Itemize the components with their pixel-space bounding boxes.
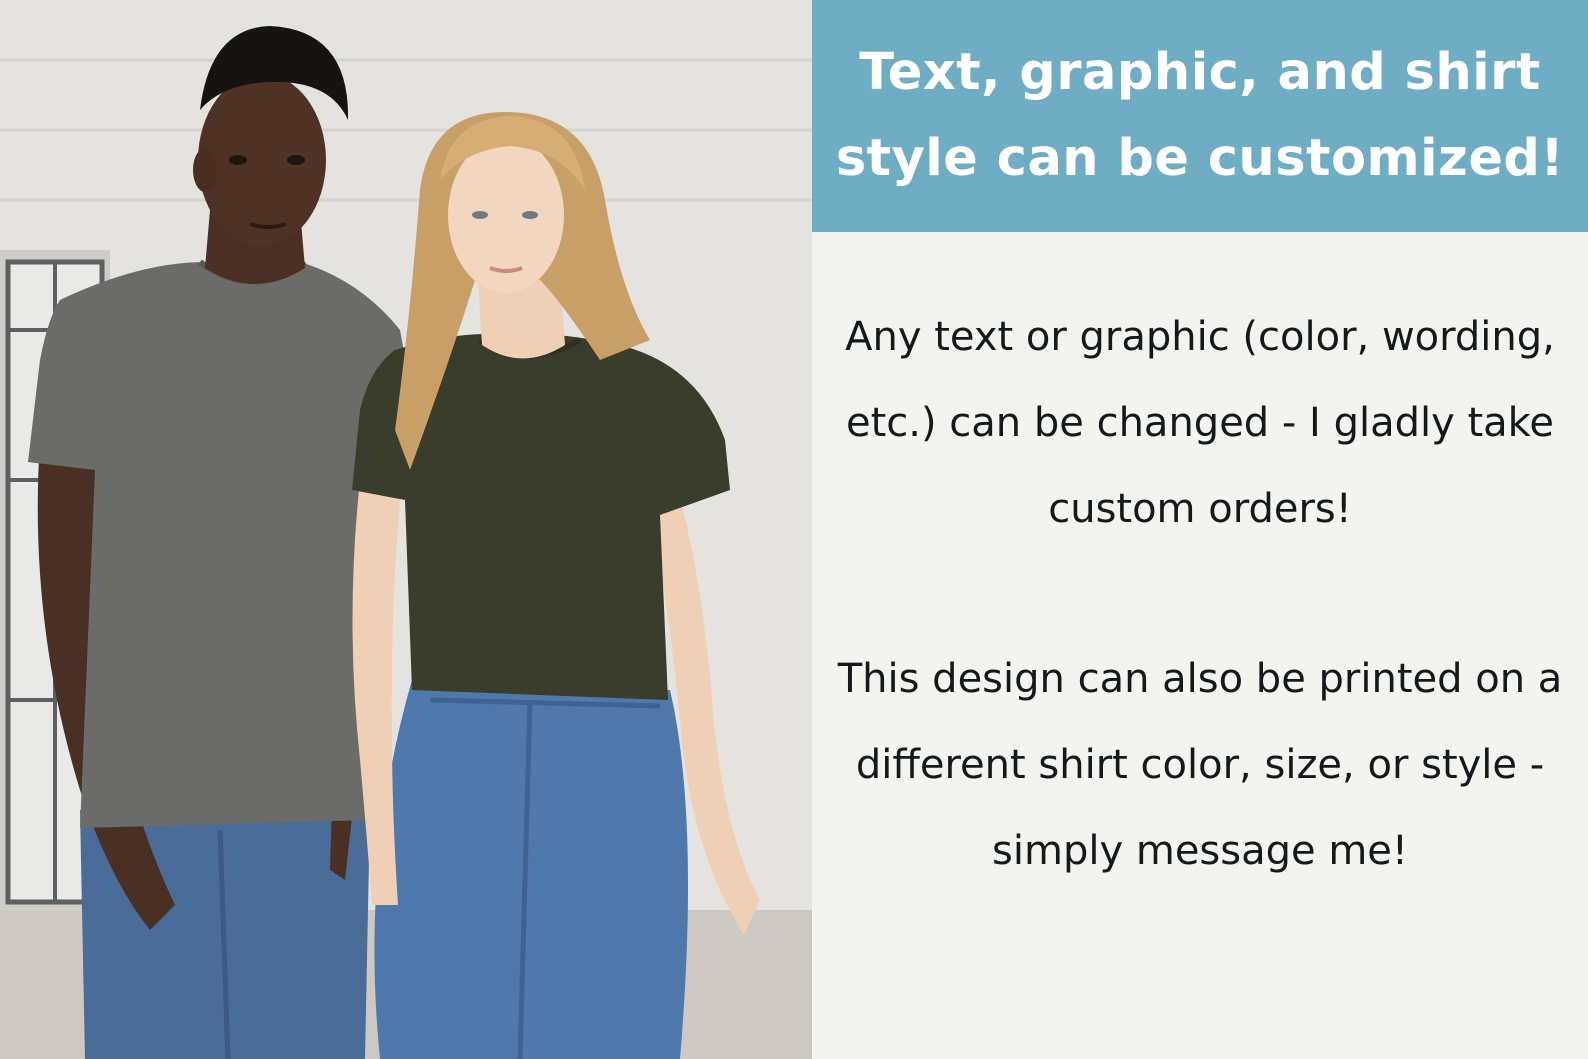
reprint-options-paragraph: This design can also be printed on a dif… [837,656,1563,874]
model-photo [0,0,812,1059]
model-photo-illustration [0,0,812,1059]
info-panel: Any text or graphic (color, wording, etc… [812,232,1588,1059]
header-banner: Text, graphic, and shirt style can be cu… [812,0,1588,232]
banner-title: Text, graphic, and shirt style can be cu… [835,43,1565,188]
custom-orders-paragraph: Any text or graphic (color, wording, etc… [845,314,1555,532]
product-listing-image: Text, graphic, and shirt style can be cu… [0,0,1588,1059]
